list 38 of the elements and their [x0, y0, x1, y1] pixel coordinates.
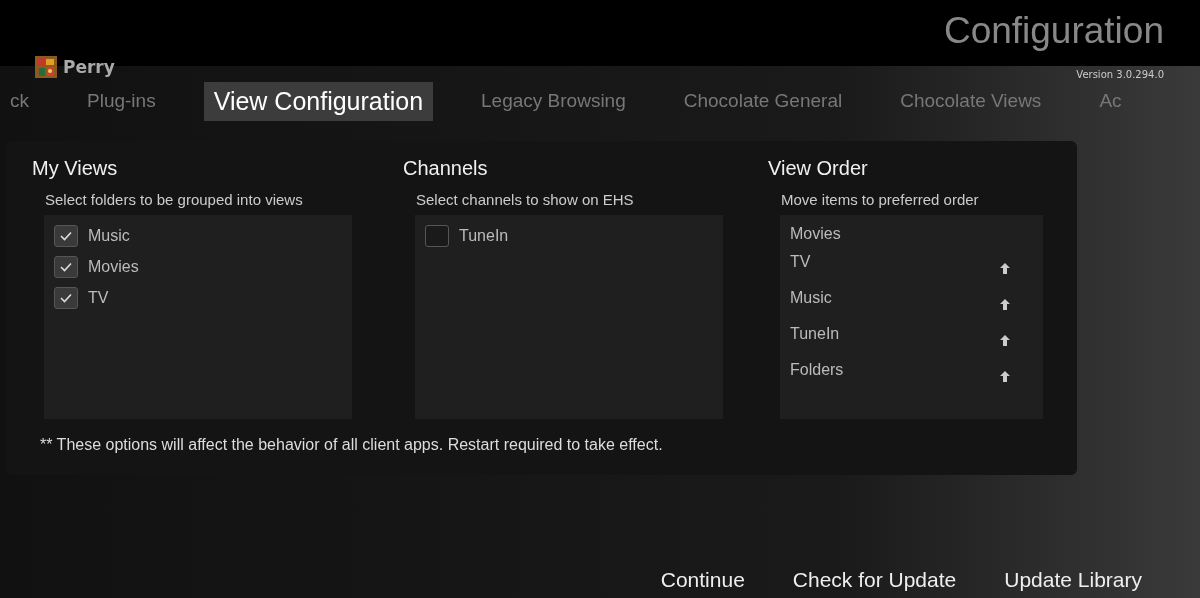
checkbox-label: TV	[88, 289, 109, 307]
order-item[interactable]: TV	[790, 253, 811, 271]
checkbox[interactable]	[54, 287, 78, 309]
section-hint: Select folders to be grouped into views	[45, 191, 304, 210]
tab[interactable]: ck	[0, 85, 39, 117]
version-label: Version 3.0.294.0	[1076, 69, 1164, 80]
section-title: My Views	[32, 157, 119, 181]
order-item[interactable]: Music	[790, 289, 832, 307]
page-title: Configuration	[943, 10, 1164, 52]
order-item[interactable]: Folders	[790, 361, 844, 379]
section-title: View Order	[768, 157, 869, 181]
check-icon	[60, 293, 72, 303]
action-button[interactable]: Continue	[660, 568, 745, 592]
arrow-up-icon[interactable]	[1000, 335, 1010, 346]
arrow-up-icon[interactable]	[1000, 371, 1010, 382]
checkbox-label: Movies	[88, 258, 139, 276]
order-item[interactable]: TuneIn	[790, 325, 840, 343]
tab[interactable]: Chocolate General	[673, 85, 853, 117]
section-hint: Move items to preferred order	[781, 191, 980, 210]
check-icon	[60, 231, 72, 241]
checkbox-label: Music	[88, 227, 130, 245]
checkbox[interactable]	[54, 256, 78, 278]
action-button[interactable]: Check for Update	[792, 568, 957, 592]
checkbox[interactable]	[425, 225, 449, 247]
order-item[interactable]: Movies	[790, 225, 841, 243]
tab[interactable]: View Configuration	[203, 81, 434, 121]
section-title: Channels	[403, 157, 489, 181]
section-hint: Select channels to show on EHS	[416, 191, 635, 210]
tab[interactable]: Plug-ins	[77, 85, 166, 117]
action-button[interactable]: Update Library	[1004, 568, 1142, 592]
tab[interactable]: Legacy Browsing	[471, 85, 636, 117]
user-name: Perry	[63, 57, 115, 77]
note-text: ** These options will affect the behavior of all client apps. Restart required to take effect.	[40, 436, 664, 454]
arrow-up-icon[interactable]	[1000, 299, 1010, 310]
checkbox-label: TuneIn	[459, 227, 509, 245]
check-icon	[60, 262, 72, 272]
arrow-up-icon[interactable]	[1000, 263, 1010, 274]
checkbox[interactable]	[54, 225, 78, 247]
